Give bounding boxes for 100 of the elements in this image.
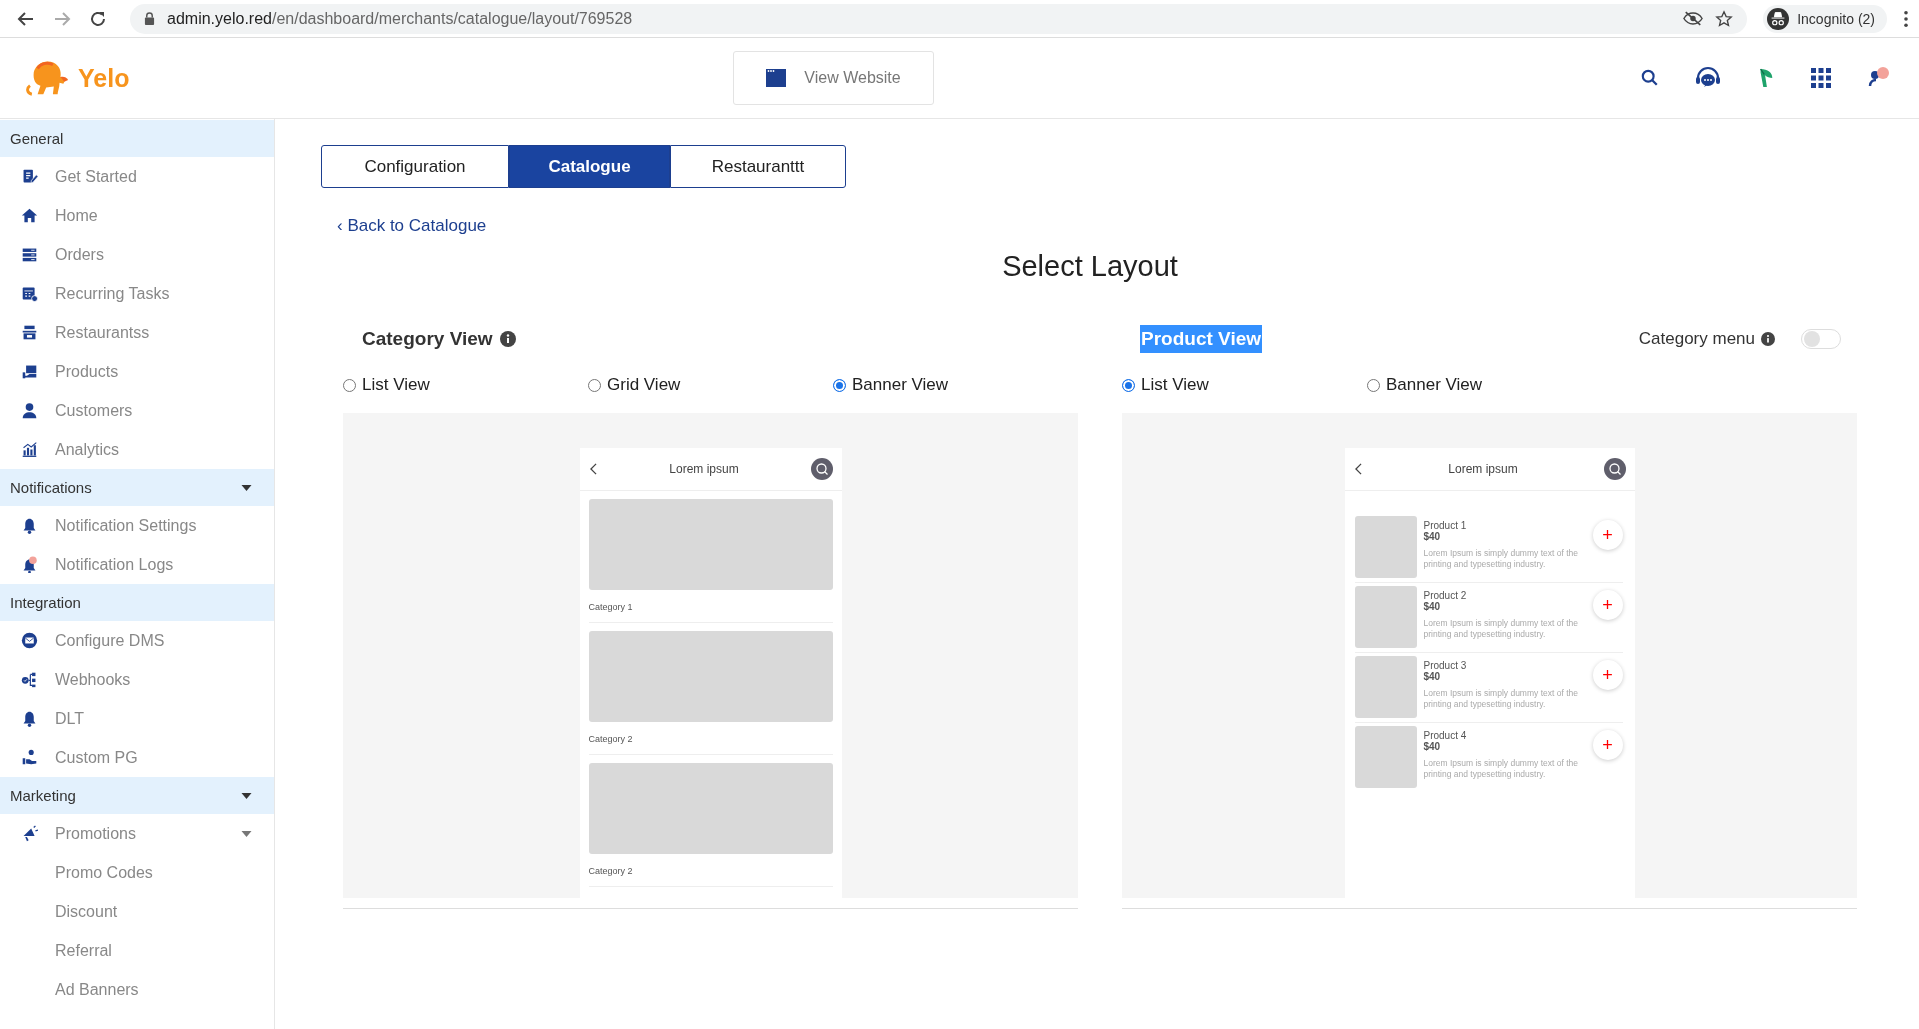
product-name: Product 1 xyxy=(1423,520,1468,531)
product-description: Lorem Ipsum is simply dummy text of the printing and typesetting industry. xyxy=(1423,688,1579,711)
toggle-switch[interactable] xyxy=(1801,329,1841,349)
section-title: Category View xyxy=(361,327,494,351)
sidebar-item[interactable]: Home xyxy=(0,196,274,235)
sidebar-section-header[interactable]: Integration xyxy=(0,584,274,621)
radio-label: Banner View xyxy=(1386,375,1483,395)
person-icon xyxy=(21,402,38,419)
profile-chip[interactable]: Incognito (2) xyxy=(1763,4,1887,33)
sidebar-item[interactable]: Products xyxy=(0,352,274,391)
back-chevron-icon xyxy=(589,463,597,475)
home-icon xyxy=(21,207,38,224)
sidebar-item[interactable]: Notification Logs xyxy=(0,545,274,584)
star-icon[interactable] xyxy=(1715,9,1734,28)
incognito-icon xyxy=(1767,7,1790,30)
tab[interactable]: Restauranttt xyxy=(670,145,846,188)
image-placeholder xyxy=(1354,516,1417,578)
network-icon xyxy=(21,671,38,688)
radio-label: Grid View xyxy=(607,375,681,395)
image-placeholder xyxy=(1354,726,1417,788)
product-description: Lorem Ipsum is simply dummy text of the printing and typesetting industry. xyxy=(1423,618,1579,641)
back-chevron-icon xyxy=(1354,463,1362,475)
browser-window-icon xyxy=(766,69,787,87)
sidebar-item[interactable]: Webhooks xyxy=(0,660,274,699)
eye-slash-icon[interactable] xyxy=(1683,11,1704,26)
sidebar-section-header[interactable]: Notifications xyxy=(0,469,274,506)
bell-icon xyxy=(21,710,38,727)
mockup-title: Lorem ipsum xyxy=(669,462,739,476)
sidebar-item[interactable]: Orders xyxy=(0,235,274,274)
product-name: Product 4 xyxy=(1423,730,1468,741)
radio-label: List View xyxy=(362,375,430,395)
caret-icon xyxy=(241,830,252,837)
mockup-title: Lorem ipsum xyxy=(1448,462,1518,476)
tab[interactable]: Configuration xyxy=(321,145,509,188)
list-icon xyxy=(21,246,38,263)
sidebar-item[interactable]: Recurring Tasks xyxy=(0,274,274,313)
info-icon[interactable] xyxy=(1761,332,1775,346)
search-icon[interactable] xyxy=(1641,69,1659,87)
image-placeholder xyxy=(1354,656,1417,718)
caret-icon xyxy=(241,792,252,799)
image-placeholder xyxy=(1354,586,1417,648)
tab[interactable]: Catalogue xyxy=(509,145,670,188)
page-title: Select Layout xyxy=(1001,250,1179,283)
back-link[interactable]: ‹ Back to Catalogue xyxy=(337,216,487,236)
product-price: $40 xyxy=(1423,741,1442,752)
category-label: Category 2 xyxy=(588,734,634,744)
sidebar-section-header[interactable]: Marketing xyxy=(0,777,274,814)
caret-icon xyxy=(241,484,252,491)
sidebar-item[interactable]: Referral xyxy=(0,931,274,970)
sidebar-section-header[interactable]: General xyxy=(0,120,274,157)
product-price: $40 xyxy=(1423,671,1442,682)
sidebar-item[interactable]: Notification Settings xyxy=(0,506,274,545)
document-icon xyxy=(21,168,38,185)
megaphone-icon xyxy=(21,825,38,842)
more-icon[interactable] xyxy=(1903,9,1909,28)
sidebar-item[interactable]: Promo Codes xyxy=(0,853,274,892)
sidebar-item[interactable]: Ad Banners xyxy=(0,970,274,1009)
product-name: Product 3 xyxy=(1423,660,1468,671)
sidebar-item[interactable]: Restaurantss xyxy=(0,313,274,352)
address-bar[interactable]: admin.yelo.red/en/dashboard/merchants/catalogue/layout/769528 xyxy=(130,3,1748,34)
radio-button[interactable] xyxy=(833,378,846,392)
brand-name: Yelo xyxy=(78,63,130,93)
info-icon[interactable] xyxy=(499,331,516,347)
bell-icon xyxy=(21,556,38,573)
sidebar-item[interactable]: Configure DMS xyxy=(0,621,274,660)
sidebar-item[interactable]: Analytics xyxy=(0,430,274,469)
sidebar-item[interactable]: Custom PG xyxy=(0,738,274,777)
section-title: Product View xyxy=(1140,325,1262,353)
radio-button[interactable] xyxy=(588,378,601,392)
shop-icon xyxy=(21,324,38,341)
box-icon xyxy=(21,363,38,380)
sidebar-item[interactable]: Customers xyxy=(0,391,274,430)
lock-icon xyxy=(144,12,155,25)
envelope-icon xyxy=(21,632,38,649)
search-icon xyxy=(1604,458,1627,480)
radio-button[interactable] xyxy=(343,378,356,392)
calendar-icon xyxy=(21,285,38,302)
product-price: $40 xyxy=(1423,601,1442,612)
category-menu-label: Category menu xyxy=(1638,329,1755,349)
leaf-icon[interactable] xyxy=(1757,67,1775,89)
product-description: Lorem Ipsum is simply dummy text of the printing and typesetting industry. xyxy=(1423,758,1579,781)
sidebar-item[interactable]: DLT xyxy=(0,699,274,738)
sidebar-item[interactable]: Get Started xyxy=(0,157,274,196)
apps-grid-icon[interactable] xyxy=(1811,68,1831,88)
radio-button[interactable] xyxy=(1367,378,1380,392)
radio-button[interactable] xyxy=(1122,378,1135,392)
radio-label: Banner View xyxy=(852,375,949,395)
bell-icon xyxy=(21,517,38,534)
category-label: Category 2 xyxy=(588,866,634,876)
category-label: Category 1 xyxy=(588,602,634,612)
product-price: $40 xyxy=(1423,531,1442,542)
sidebar-item[interactable]: Promotions xyxy=(0,814,274,853)
bar-chart-icon xyxy=(21,441,38,458)
view-website-button[interactable]: View Website xyxy=(733,51,934,105)
headset-chat-icon[interactable] xyxy=(1695,66,1721,90)
hand-icon xyxy=(21,749,38,766)
radio-label: List View xyxy=(1141,375,1209,395)
search-icon xyxy=(811,458,834,480)
sidebar-item[interactable]: Discount xyxy=(0,892,274,931)
product-description: Lorem Ipsum is simply dummy text of the printing and typesetting industry. xyxy=(1423,548,1579,571)
